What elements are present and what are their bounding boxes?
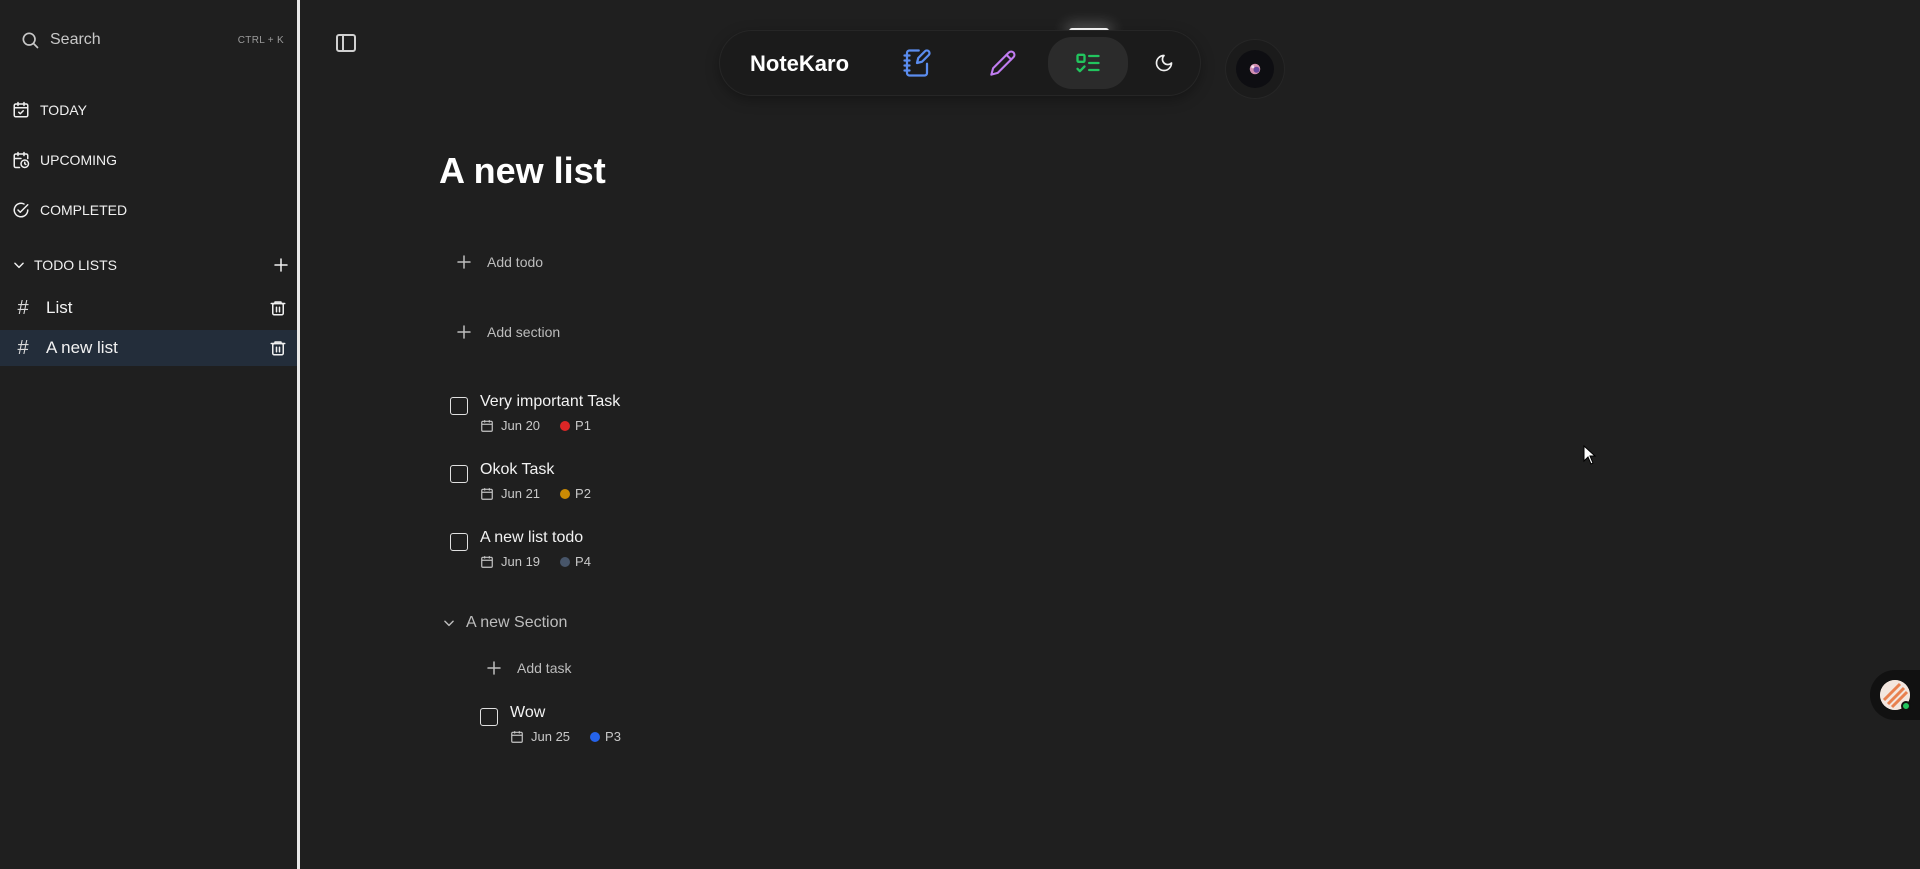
hash-icon: # xyxy=(17,336,29,359)
mouse-cursor-icon xyxy=(1583,445,1597,465)
list-item-label: List xyxy=(46,298,73,317)
moon-icon[interactable] xyxy=(1142,41,1186,85)
todo-priority: P4 xyxy=(575,554,591,569)
add-section-label: Add section xyxy=(487,324,561,340)
plus-icon xyxy=(455,253,473,271)
todo-priority: P3 xyxy=(605,729,621,744)
todo-date: Jun 20 xyxy=(501,418,541,433)
todo-meta: Jun 25 P3 xyxy=(510,729,621,744)
search-bar[interactable]: Search CTRL + K xyxy=(20,28,284,52)
online-status-dot xyxy=(1901,701,1911,711)
todo-checkbox[interactable] xyxy=(450,465,468,483)
add-list-icon[interactable] xyxy=(272,256,290,274)
nav-upcoming[interactable]: UPCOMING xyxy=(12,146,292,174)
todo-date: Jun 21 xyxy=(501,486,541,501)
todo-meta: Jun 19 P4 xyxy=(480,554,591,569)
todo-title[interactable]: Very important Task xyxy=(480,393,620,411)
todo-lists-label: TODO LISTS xyxy=(34,257,117,273)
sidebar-list-item-active[interactable]: # A new list xyxy=(0,330,297,366)
calendar-icon xyxy=(510,730,524,744)
chevron-down-icon[interactable] xyxy=(12,258,26,272)
chat-widget-button[interactable] xyxy=(1870,670,1920,720)
plus-icon xyxy=(485,659,503,677)
nav-today[interactable]: TODAY xyxy=(12,96,292,124)
todo-checkbox[interactable] xyxy=(450,533,468,551)
sidebar-list-item[interactable]: # List xyxy=(0,290,297,326)
trash-icon[interactable] xyxy=(269,339,287,357)
search-label: Search xyxy=(50,31,101,48)
user-avatar-button[interactable] xyxy=(1226,40,1284,98)
todo-lists-header[interactable]: TODO LISTS xyxy=(12,252,292,278)
todo-date: Jun 19 xyxy=(501,554,541,569)
check-circle-icon xyxy=(12,201,30,219)
calendar-check-icon xyxy=(12,101,30,119)
calendar-icon xyxy=(480,555,494,569)
avatar xyxy=(1236,50,1274,88)
list-item-label: A new list xyxy=(46,338,118,357)
add-todo-button[interactable]: Add todo xyxy=(455,253,543,271)
calendar-clock-icon xyxy=(12,151,30,169)
priority-dot xyxy=(560,488,571,499)
section-title: A new Section xyxy=(466,614,568,631)
list-todo-icon[interactable] xyxy=(1048,37,1128,89)
hash-icon: # xyxy=(17,296,29,319)
add-task-button[interactable]: Add task xyxy=(485,659,571,677)
todo-checkbox[interactable] xyxy=(480,708,498,726)
todo-date: Jun 25 xyxy=(531,729,571,744)
nav-completed-label: COMPLETED xyxy=(40,202,128,218)
todo-checkbox[interactable] xyxy=(450,397,468,415)
chevron-down-icon[interactable] xyxy=(442,616,456,630)
nav-today-label: TODAY xyxy=(40,102,87,118)
search-shortcut: CTRL + K xyxy=(237,34,284,46)
todo-priority: P1 xyxy=(575,418,591,433)
add-todo-label: Add todo xyxy=(487,254,544,270)
todo-title[interactable]: A new list todo xyxy=(480,529,583,547)
add-task-label: Add task xyxy=(517,660,572,676)
notebook-pen-icon[interactable] xyxy=(895,41,939,85)
plus-icon xyxy=(455,323,473,341)
search-icon xyxy=(20,30,40,50)
todo-meta: Jun 20 P1 xyxy=(480,418,591,433)
brand-logo: NoteKaro xyxy=(750,51,850,76)
sidebar-toggle-icon[interactable] xyxy=(334,31,358,55)
section-header[interactable]: A new Section xyxy=(442,614,567,632)
trash-icon[interactable] xyxy=(269,299,287,317)
todo-meta: Jun 21 P2 xyxy=(480,486,591,501)
top-navbar: NoteKaro xyxy=(720,31,1200,95)
nav-upcoming-label: UPCOMING xyxy=(40,152,117,168)
calendar-icon xyxy=(480,419,494,433)
priority-dot xyxy=(560,556,571,567)
todo-title[interactable]: Wow xyxy=(510,704,545,722)
add-section-button[interactable]: Add section xyxy=(455,323,560,341)
todo-priority: P2 xyxy=(575,486,591,501)
page-title: A new list xyxy=(439,150,606,191)
todo-title[interactable]: Okok Task xyxy=(480,461,554,479)
calendar-icon xyxy=(480,487,494,501)
nav-completed[interactable]: COMPLETED xyxy=(12,196,292,224)
pencil-icon[interactable] xyxy=(981,41,1025,85)
priority-dot xyxy=(590,731,601,742)
priority-dot xyxy=(560,420,571,431)
sidebar: Search CTRL + K TODAY UPCOMING COMPLETED… xyxy=(0,0,300,869)
